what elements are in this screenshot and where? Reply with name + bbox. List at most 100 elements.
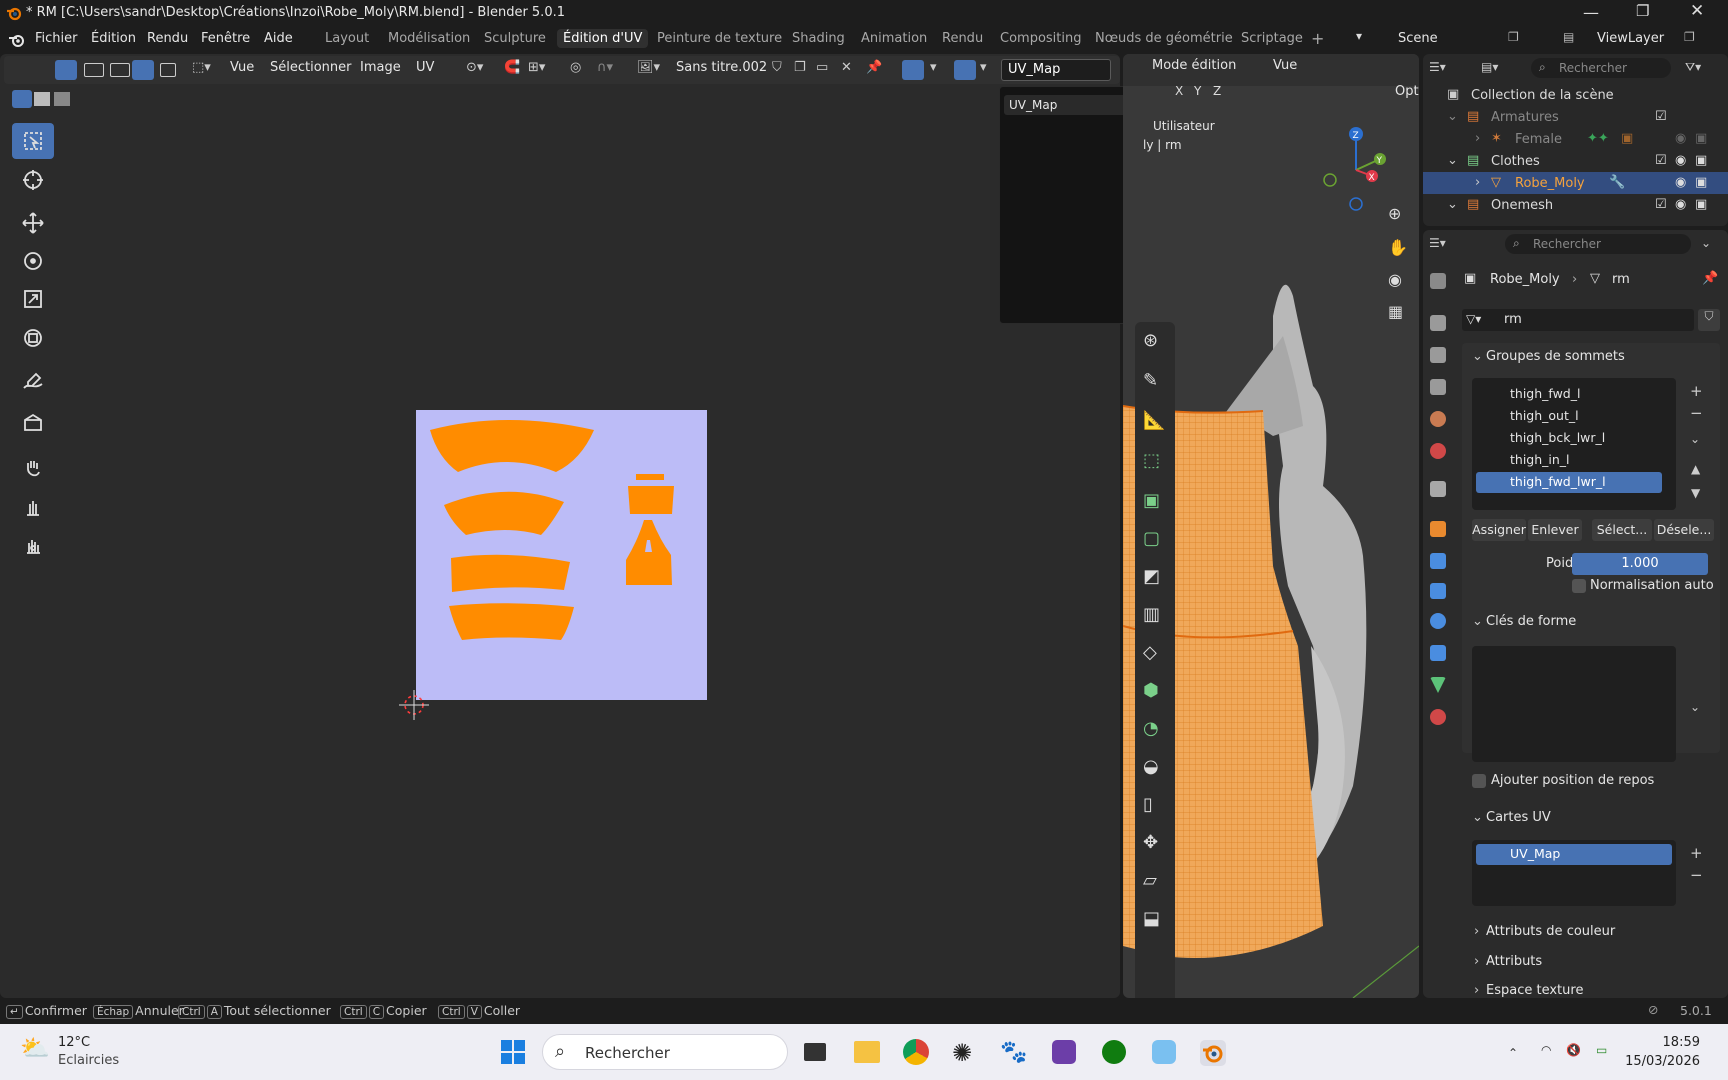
mesh-browse-icon[interactable]: ▽▾ [1466,312,1481,326]
tab-edition-uv[interactable]: Édition d'UV [557,29,649,48]
add-uv-map-button[interactable]: + [1690,844,1703,862]
display-mode-icon[interactable]: ▤▾ [1481,60,1498,74]
menu-uv[interactable]: UV [416,60,434,80]
select-extend-icon[interactable] [34,92,50,106]
pinch-tool[interactable] [12,528,54,564]
weather-icon[interactable]: ⛅ [20,1034,50,1062]
chevron-down-icon[interactable]: ⌄ [1472,810,1483,825]
outliner-row-robe-moly[interactable]: › ▽ Robe_Moly 🔧 ◉ ▣ [1423,172,1728,194]
inset-tool-icon[interactable]: ▢ [1143,528,1160,549]
outliner-row-female[interactable]: › ✶ Female ✦✦ ▣ ◉ ▣ [1423,128,1728,150]
object-tab-icon[interactable] [1425,516,1451,542]
loop-cut-tool-icon[interactable]: ▥ [1143,604,1160,625]
app-purple-icon[interactable] [1052,1040,1076,1064]
menu-vue[interactable]: Vue [230,60,254,80]
navigation-gizmo[interactable]: Z Y X [1318,124,1398,214]
tab-sculpture[interactable]: Sculpture [484,31,546,46]
view-layer-tab-icon[interactable] [1425,374,1451,400]
tab-animation[interactable]: Animation [861,31,927,46]
clock-date[interactable]: 15/03/2026 [1618,1054,1700,1069]
new-image-icon[interactable]: ❐ [794,60,806,80]
falloff-icon[interactable]: ∩▾ [597,60,613,80]
minimize-button[interactable]: — [1583,3,1599,22]
view-layer-icon[interactable]: ▤ [1563,30,1574,44]
grab-tool[interactable] [12,450,54,486]
chevron-right-icon[interactable]: › [1474,983,1479,997]
xbox-icon[interactable] [1102,1040,1126,1064]
axis-x-toggle[interactable]: X [1175,84,1183,98]
annotate-tool-3d-icon[interactable]: ✎ [1143,370,1158,391]
select-new-icon[interactable] [12,90,32,108]
outliner-editor-type-icon[interactable]: ☰▾ [1429,60,1446,74]
uv-sticky-dropdown-icon[interactable]: ▾ [930,60,937,80]
copilot-icon[interactable] [1152,1040,1176,1064]
menu-rendu[interactable]: Rendu [147,31,188,46]
select-mode-icon[interactable]: ⬚▾ [192,60,211,80]
camera-render-icon[interactable]: ▣ [1695,153,1707,168]
taskbar-search[interactable]: ⌕ Rechercher [542,1034,788,1070]
tab-shading[interactable]: Shading [792,31,845,46]
tool-tab-icon[interactable] [1425,268,1451,294]
auto-normalize-checkbox[interactable] [1572,579,1586,593]
eye-icon[interactable]: ◉ [1675,153,1686,168]
wifi-icon[interactable]: ◠ [1541,1043,1551,1057]
island-select-icon[interactable] [160,63,176,77]
edge-select-icon[interactable] [110,63,130,77]
chatgpt-icon[interactable]: ✺ [952,1039,972,1067]
modifier-tab-icon[interactable] [1425,548,1451,574]
fake-user-shield-icon[interactable]: ⛉ [1698,309,1720,331]
tab-compositing[interactable]: Compositing [1000,31,1082,46]
select-box-tool[interactable] [12,123,54,159]
speaker-muted-icon[interactable]: 🔇 [1566,1043,1581,1057]
constraints-tab-icon[interactable] [1425,640,1451,666]
properties-search-box[interactable]: ⌕ Rechercher [1505,234,1691,254]
tray-chevron-up-icon[interactable]: ⌃ [1508,1046,1518,1060]
scene-icon[interactable]: ▾ [1356,29,1372,49]
tab-noeuds-geometrie[interactable]: Nœuds de géométrie [1095,31,1233,46]
world-tab-icon[interactable] [1425,438,1451,464]
chevron-right-icon[interactable]: › [1474,924,1479,939]
view-layer-name[interactable]: ViewLayer [1597,31,1664,46]
snap-icon[interactable]: 🧲 [504,60,520,80]
options-menu[interactable]: Opti [1395,84,1419,99]
snap-target-icon[interactable]: ⊞▾ [528,60,545,80]
collection-tab-icon[interactable] [1425,476,1451,502]
image-name[interactable]: Sans titre.002 [676,60,767,80]
tab-rendu[interactable]: Rendu [942,31,983,46]
chevron-down-icon[interactable]: ⌄ [1447,153,1458,168]
poly-build-tool-icon[interactable]: ⬢ [1143,680,1159,701]
chevron-right-icon[interactable]: › [1474,954,1479,969]
camera-render-icon[interactable]: ▣ [1695,197,1707,212]
chevron-right-icon[interactable]: › [1475,131,1480,146]
rip-tool[interactable] [12,405,54,441]
axis-z-toggle[interactable]: Z [1213,84,1221,98]
uv-map-list-item[interactable]: UV_Map [1476,844,1672,865]
maximize-button[interactable]: ❐ [1636,2,1649,20]
tab-modelisation[interactable]: Modélisation [388,31,470,46]
deselect-button[interactable]: Désele... [1654,519,1714,541]
tab-scriptage[interactable]: Scriptage [1241,31,1303,46]
gimp-icon[interactable]: 🐾 [1000,1040,1027,1065]
pin-icon[interactable]: 📌 [866,60,882,80]
move-down-icon[interactable]: ▼ [1691,486,1700,500]
scene-name[interactable]: Scene [1398,31,1438,46]
annotate-tool[interactable] [12,363,54,399]
list-item[interactable]: thigh_in_l [1476,450,1662,471]
bevel-tool-icon[interactable]: ◩ [1143,566,1160,587]
list-item[interactable]: thigh_out_l [1476,406,1662,427]
3d-viewport[interactable]: Mode édition Vue Opti Utilisateur ly | r… [1123,54,1419,998]
move-up-icon[interactable]: ▲ [1691,462,1700,476]
camera-render-icon[interactable]: ▣ [1695,175,1707,190]
properties-editor-type-icon[interactable]: ☰▾ [1429,236,1446,250]
task-view-icon[interactable] [804,1043,826,1061]
zoom-icon[interactable]: ⊕ [1388,204,1401,223]
material-tab-icon[interactable] [1425,704,1451,730]
shape-keys-list[interactable] [1472,646,1676,762]
menu-vue-3d[interactable]: Vue [1273,58,1297,73]
extrude-tool-icon[interactable]: ▣ [1143,490,1160,511]
checkbox-icon[interactable]: ☑ [1655,109,1667,124]
output-tab-icon[interactable] [1425,342,1451,368]
axis-y-toggle[interactable]: Y [1194,84,1201,98]
rest-position-checkbox[interactable] [1472,774,1486,788]
add-vertex-group-button[interactable]: + [1690,382,1703,400]
